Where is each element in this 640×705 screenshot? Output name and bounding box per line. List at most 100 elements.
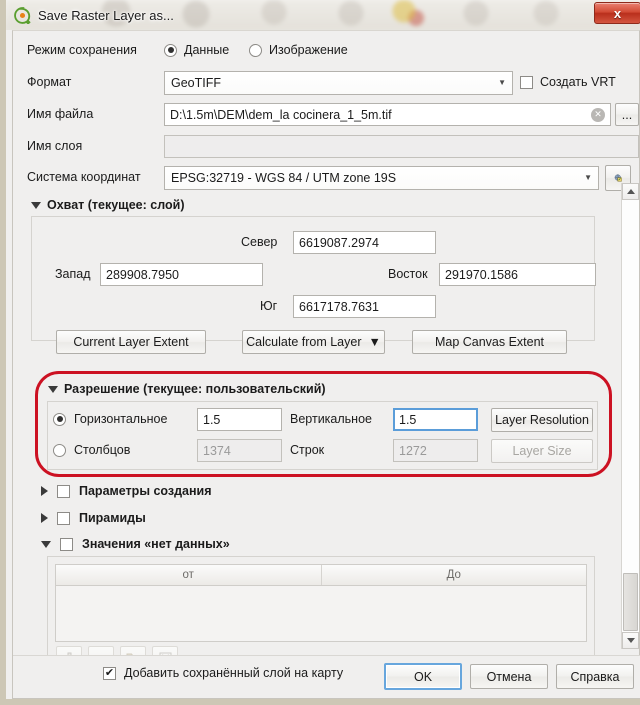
layer-resolution-button[interactable]: Layer Resolution [491, 408, 593, 432]
horizontal-label: Горизонтальное [74, 412, 168, 426]
create-vrt-label: Создать VRT [540, 75, 616, 89]
chevron-down-icon: ▼ [584, 173, 592, 182]
pyramids-section-header[interactable]: Пирамиды [41, 511, 146, 525]
horizontal-resolution-input[interactable]: 1.5 [197, 408, 282, 431]
save-raster-layer-dialog: Save Raster Layer as... x Режим сохранен… [0, 0, 640, 705]
radio-horizontal-icon [53, 412, 66, 426]
nodata-title: Значения «нет данных» [82, 537, 230, 551]
pyramids-title: Пирамиды [79, 511, 146, 525]
format-value: GeoTIFF [171, 76, 222, 90]
chevron-down-icon: ▼ [498, 78, 506, 87]
nodata-table-body [56, 586, 586, 641]
triangle-down-icon [41, 540, 51, 548]
window-title: Save Raster Layer as... [38, 7, 174, 23]
create-vrt-checkbox[interactable]: Создать VRT [520, 75, 616, 89]
north-input[interactable]: 6619087.2974 [293, 231, 436, 254]
radio-columns-icon [53, 443, 66, 457]
ok-button[interactable]: OK [384, 663, 462, 690]
south-label: Юг [260, 299, 278, 313]
resolution-radio-columns[interactable]: Столбцов [53, 443, 130, 457]
current-layer-extent-label: Current Layer Extent [73, 335, 189, 349]
rows-label: Строк [290, 443, 325, 457]
arrow-up-icon [626, 189, 635, 194]
vertical-label-wrap: Вертикальное [290, 412, 372, 426]
calculate-from-layer-label: Calculate from Layer [246, 335, 362, 349]
east-value: 291970.1586 [445, 267, 518, 282]
columns-input[interactable]: 1374 [197, 439, 282, 462]
crs-combobox[interactable]: EPSG:32719 - WGS 84 / UTM zone 19S ▼ [164, 166, 599, 190]
creation-options-checkbox[interactable] [57, 484, 70, 498]
horizontal-resolution-value: 1.5 [203, 412, 221, 427]
crs-label: Система координат [27, 170, 141, 184]
scrollbar-thumb[interactable] [623, 573, 638, 631]
save-mode-row: Режим сохранения [27, 43, 137, 57]
east-label-wrap: Восток [388, 267, 428, 281]
browse-file-button[interactable]: ... [615, 103, 639, 126]
add-saved-layer-checkbox-icon: ✔ [103, 666, 116, 680]
save-mode-radio-data[interactable]: Данные [164, 43, 229, 57]
west-value: 289908.7950 [106, 267, 179, 282]
close-button[interactable]: x [594, 2, 640, 24]
rows-value: 1272 [399, 443, 427, 458]
add-saved-layer-label: Добавить сохранённый слой на карту [124, 666, 344, 680]
close-icon: x [613, 5, 622, 21]
arrow-down-icon [626, 638, 635, 643]
radio-image-icon [249, 43, 262, 57]
create-vrt-checkbox-icon [520, 75, 533, 89]
cancel-label: Отмена [486, 669, 532, 684]
calculate-from-layer-button[interactable]: Calculate from Layer ▼ [242, 330, 385, 354]
pyramids-checkbox[interactable] [57, 511, 70, 525]
resolution-section-header[interactable]: Разрешение (текущее: пользовательский) [48, 382, 326, 396]
west-input[interactable]: 289908.7950 [100, 263, 263, 286]
help-button[interactable]: Справка [556, 664, 634, 689]
dialog-content: Режим сохранения Данные Изображение Форм… [12, 30, 640, 699]
map-canvas-extent-button[interactable]: Map Canvas Extent [412, 330, 567, 354]
triangle-down-icon [48, 385, 58, 393]
current-layer-extent-button[interactable]: Current Layer Extent [56, 330, 206, 354]
cancel-button[interactable]: Отмена [470, 664, 548, 689]
east-label: Восток [388, 267, 428, 281]
north-label-wrap: Север [241, 235, 277, 249]
layer-size-button[interactable]: Layer Size [491, 439, 593, 463]
nodata-column-from: от [56, 565, 322, 585]
layer-name-row: Имя слоя [27, 139, 82, 153]
rows-input[interactable]: 1272 [393, 439, 478, 462]
file-name-value: D:\1.5m\DEM\dem_la cocinera_1_5m.tif [170, 107, 392, 122]
scroll-down-button[interactable] [622, 632, 639, 649]
nodata-table-header: от До [56, 565, 586, 586]
title-bar: Save Raster Layer as... x [6, 0, 640, 30]
creation-options-title: Параметры создания [79, 484, 212, 498]
nodata-column-to: До [446, 569, 461, 581]
add-saved-layer-checkbox[interactable]: ✔ Добавить сохранённый слой на карту [103, 666, 343, 680]
north-label: Север [241, 235, 278, 249]
extent-section-header[interactable]: Охват (текущее: слой) [31, 198, 184, 212]
vertical-scrollbar[interactable] [621, 183, 639, 649]
scrollbar-track[interactable] [622, 200, 639, 632]
layer-name-input[interactable] [164, 135, 639, 158]
triangle-down-icon [31, 201, 41, 209]
resolution-radio-horizontal[interactable]: Горизонтальное [53, 412, 167, 426]
south-label-wrap: Юг [260, 299, 277, 313]
file-name-input[interactable]: D:\1.5m\DEM\dem_la cocinera_1_5m.tif ✕ [164, 103, 611, 126]
radio-data-icon [164, 43, 177, 57]
nodata-section-header[interactable]: Значения «нет данных» [41, 537, 230, 551]
save-mode-image-label: Изображение [269, 43, 348, 57]
columns-value: 1374 [203, 443, 231, 458]
qgis-logo-icon [14, 6, 31, 24]
save-mode-data-label: Данные [184, 43, 230, 57]
save-mode-label: Режим сохранения [27, 43, 137, 57]
nodata-table[interactable]: от До [55, 564, 587, 642]
save-mode-radio-image[interactable]: Изображение [249, 43, 348, 57]
triangle-right-icon [41, 486, 48, 496]
file-name-row: Имя файла [27, 107, 93, 121]
scroll-up-button[interactable] [622, 183, 639, 200]
triangle-right-icon [41, 513, 48, 523]
nodata-checkbox[interactable] [60, 537, 73, 551]
vertical-resolution-input[interactable]: 1.5 [393, 408, 478, 431]
south-input[interactable]: 6617178.7631 [293, 295, 436, 318]
creation-options-section-header[interactable]: Параметры создания [41, 484, 212, 498]
help-label: Справка [570, 669, 620, 684]
east-input[interactable]: 291970.1586 [439, 263, 596, 286]
format-combobox[interactable]: GeoTIFF ▼ [164, 71, 513, 95]
clear-circle-icon[interactable]: ✕ [591, 107, 605, 122]
